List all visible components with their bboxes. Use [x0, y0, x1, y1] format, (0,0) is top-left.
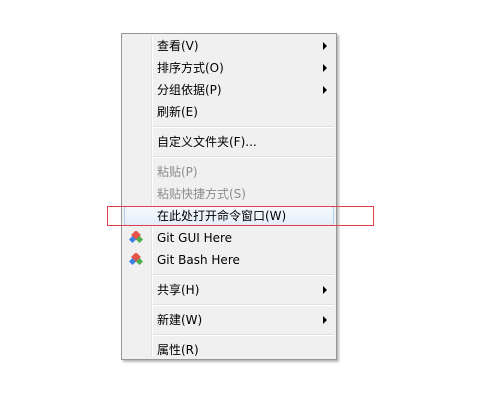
- submenu-arrow-icon: [323, 64, 327, 72]
- submenu-arrow-icon: [323, 286, 327, 294]
- submenu-arrow-icon: [323, 42, 327, 50]
- menu-item-git-bash[interactable]: Git Bash Here: [124, 250, 334, 270]
- menu-item-refresh[interactable]: 刷新(E): [124, 102, 334, 122]
- menu-item-paste-shortcut: 粘贴快捷方式(S): [124, 184, 334, 204]
- git-icon: [129, 231, 143, 244]
- menu-item-git-gui[interactable]: Git GUI Here: [124, 228, 334, 248]
- menu-item-label: 共享(H): [157, 283, 200, 297]
- menu-item-label: 自定义文件夹(F)...: [157, 135, 257, 149]
- submenu-arrow-icon: [323, 316, 327, 324]
- menu-item-label: Git Bash Here: [157, 253, 240, 267]
- context-menu: 查看(V) 排序方式(O) 分组依据(P) 刷新(E) 自定义文件夹(F)...…: [121, 33, 337, 360]
- menu-separator: [153, 126, 334, 128]
- submenu-arrow-icon: [323, 86, 327, 94]
- menu-separator: [153, 274, 334, 276]
- menu-item-label: 属性(R): [157, 343, 199, 357]
- menu-item-label: 新建(W): [157, 313, 203, 327]
- menu-item-sort-by[interactable]: 排序方式(O): [124, 58, 334, 78]
- menu-item-label: 查看(V): [157, 39, 199, 53]
- menu-item-label: 刷新(E): [157, 105, 198, 119]
- annotation-highlight-box: [107, 206, 374, 226]
- menu-item-view[interactable]: 查看(V): [124, 36, 334, 56]
- menu-item-paste: 粘贴(P): [124, 162, 334, 182]
- menu-item-label: 分组依据(P): [157, 83, 222, 97]
- menu-item-label: Git GUI Here: [157, 231, 233, 245]
- menu-item-label: 粘贴快捷方式(S): [157, 187, 246, 201]
- git-icon: [129, 253, 143, 266]
- menu-item-group-by[interactable]: 分组依据(P): [124, 80, 334, 100]
- menu-separator: [153, 156, 334, 158]
- menu-item-label: 排序方式(O): [157, 61, 224, 75]
- menu-item-customize-folder[interactable]: 自定义文件夹(F)...: [124, 132, 334, 152]
- menu-separator: [153, 304, 334, 306]
- menu-item-new[interactable]: 新建(W): [124, 310, 334, 330]
- menu-separator: [153, 334, 334, 336]
- menu-item-share[interactable]: 共享(H): [124, 280, 334, 300]
- menu-item-properties[interactable]: 属性(R): [124, 340, 334, 360]
- menu-item-label: 粘贴(P): [157, 165, 198, 179]
- desktop-background[interactable]: 查看(V) 排序方式(O) 分组依据(P) 刷新(E) 自定义文件夹(F)...…: [0, 0, 482, 416]
